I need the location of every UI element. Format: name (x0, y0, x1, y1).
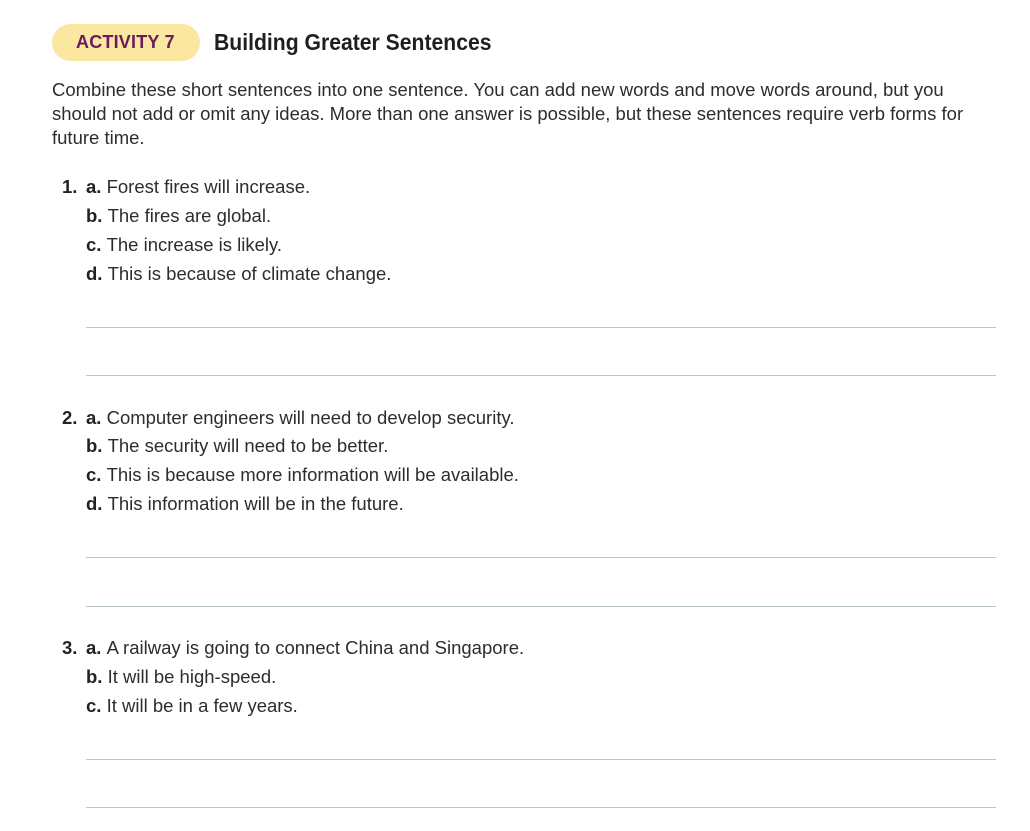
item-letter: b. (86, 205, 108, 226)
item-letter: b. (86, 435, 108, 456)
item-text: This information will be in the future. (107, 493, 404, 514)
answer-line[interactable] (86, 375, 996, 376)
sentence-line: b. The security will need to be better. (86, 434, 388, 458)
item-letter: a. (86, 407, 107, 428)
item-text: Forest fires will increase. (106, 176, 311, 197)
sentence-line: c. This is because more information will… (86, 463, 519, 487)
item-text: It will be in a few years. (106, 695, 298, 716)
answer-line[interactable] (86, 807, 996, 808)
item-letter: d. (86, 493, 108, 514)
item-letter: c. (86, 234, 107, 255)
instructions-text: Combine these short sentences into one s… (52, 79, 964, 148)
item-letter: a. (86, 176, 107, 197)
answer-line[interactable] (86, 606, 996, 607)
activity-badge: ACTIVITY 7 (52, 24, 200, 61)
item-text: The fires are global. (107, 205, 272, 226)
sentence-line: b. The fires are global. (86, 204, 271, 228)
item-text: Computer engineers will need to develop … (106, 407, 515, 428)
sentence-line: 3. a. A railway is going to connect Chin… (62, 636, 525, 660)
item-letter: b. (86, 666, 108, 687)
activity-header: ACTIVITY 7 Building Greater Sentences (52, 24, 515, 61)
item-text: This is because more information will be… (106, 464, 519, 485)
sentence-line: d. This information will be in the futur… (86, 492, 404, 516)
item-letter: c. (86, 464, 107, 485)
item-text: The increase is likely. (106, 234, 283, 255)
item-text: It will be high-speed. (107, 666, 277, 687)
item-letter: d. (86, 263, 108, 284)
item-text: This is because of climate change. (107, 263, 392, 284)
exercise-number: 1. (62, 176, 78, 197)
answer-line[interactable] (86, 557, 996, 558)
answer-line[interactable] (86, 759, 996, 760)
item-text: The security will need to be better. (107, 435, 389, 456)
item-letter: a. (86, 637, 107, 658)
sentence-line: 1. a. Forest fires will increase. (62, 175, 311, 199)
sentence-line: 2. a. Computer engineers will need to de… (62, 406, 515, 430)
sentence-line: b. It will be high-speed. (86, 665, 276, 689)
item-text: A railway is going to connect China and … (106, 637, 525, 658)
activity-title: Building Greater Sentences (213, 29, 492, 55)
sentence-line: c. The increase is likely. (86, 233, 282, 257)
sentence-line: c. It will be in a few years. (86, 694, 298, 718)
sentence-line: d. This is because of climate change. (86, 262, 391, 286)
exercise-number: 2. (62, 407, 78, 428)
answer-line[interactable] (86, 327, 996, 328)
exercise-number: 3. (62, 637, 78, 658)
item-letter: c. (86, 695, 107, 716)
